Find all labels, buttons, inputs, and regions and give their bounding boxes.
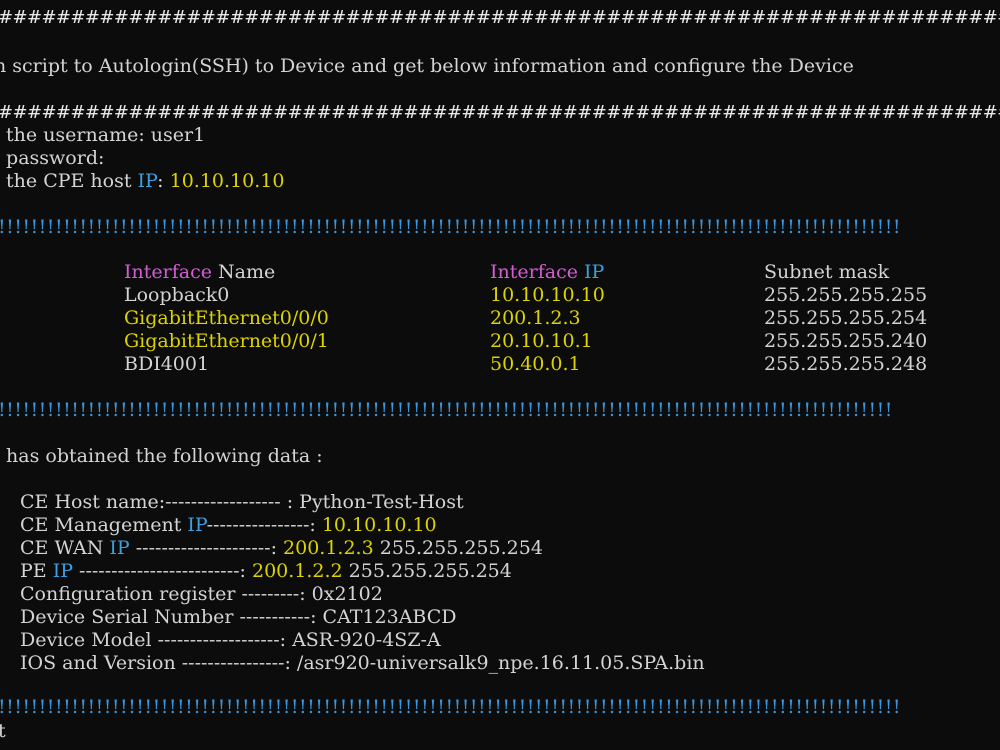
summary-label: Device Serial Number -----------: xyxy=(20,606,323,628)
interface-row-name: Loopback0 xyxy=(124,284,230,306)
summary-label-dashes: ---------------------: xyxy=(129,537,284,559)
summary-label: IOS and Version ----------------: xyxy=(20,652,297,674)
separator-bang-2: !!!!!!!!!!!!!!!!!!!!!!!!!!!!!!!!!!!!!!!!… xyxy=(0,399,893,421)
interface-row-ip: 200.1.2.3 xyxy=(490,307,581,329)
summary-label: Device Model -------------------: xyxy=(20,629,293,651)
summary-row-pe-ip: PE IP -------------------------: 200.1.2… xyxy=(20,560,512,583)
username-prompt: the username: user1 xyxy=(0,124,205,147)
interface-row-ip: 50.40.0.1 xyxy=(490,353,581,375)
host-label: the CPE host xyxy=(0,170,138,192)
terminal-window[interactable]: ########################################… xyxy=(0,0,1000,750)
summary-label-ip: IP xyxy=(52,560,73,582)
interface-name-header: Interface Name xyxy=(124,261,275,284)
summary-value: ASR-920-4SZ-A xyxy=(292,629,441,651)
summary-label-ip: IP xyxy=(187,514,207,536)
obtained-data-line: has obtained the following data : xyxy=(0,445,323,467)
summary-label-dashes: ----------------: xyxy=(206,514,322,536)
banner-text: n script to Autologin(SSH) to Device and… xyxy=(0,55,854,77)
interface-row-name: GigabitEthernet0/0/1 xyxy=(124,330,329,352)
summary-value: /asr920-universalk9_npe.16.11.05.SPA.bin xyxy=(296,652,705,674)
interface-ip-header-a: Interface xyxy=(490,261,578,283)
interface-row-mask: 255.255.255.254 xyxy=(764,307,928,329)
summary-value: 200.1.2.2 xyxy=(251,560,343,582)
summary-row-serial-number: Device Serial Number -----------: CAT123… xyxy=(20,606,457,629)
summary-row-ios-version: IOS and Version ----------------: /asr92… xyxy=(20,652,705,675)
summary-value: Python-Test-Host xyxy=(299,491,464,513)
host-label-ip: IP xyxy=(137,170,158,192)
interface-row-mask: 255.255.255.240 xyxy=(764,330,928,352)
summary-value: 0x2102 xyxy=(311,583,383,605)
summary-label: CE Host name:------------------ : xyxy=(20,491,300,513)
username-label: the username: xyxy=(0,124,151,146)
separator-hash-top: ########################################… xyxy=(0,7,1000,28)
summary-label-dashes: -------------------------: xyxy=(73,560,252,582)
summary-extra: 255.255.255.254 xyxy=(373,537,543,559)
summary-label: CE WAN xyxy=(20,537,110,559)
host-value: 10.10.10.10 xyxy=(169,170,285,192)
summary-label: CE Management xyxy=(20,514,188,536)
summary-label: Configuration register ---------: xyxy=(20,583,312,605)
interface-name-header-b: Name xyxy=(211,261,276,283)
separator-hash-bottom: ########################################… xyxy=(0,102,1000,123)
summary-extra: 255.255.255.254 xyxy=(342,560,512,582)
host-label-colon: : xyxy=(157,170,170,192)
summary-row-config-register: Configuration register ---------: 0x2102 xyxy=(20,583,383,606)
summary-label: PE xyxy=(20,560,53,582)
password-prompt: password: xyxy=(0,147,105,169)
username-value: user1 xyxy=(150,124,206,146)
interface-ip-header: Interface IP xyxy=(490,261,604,284)
interface-row-mask: 255.255.255.255 xyxy=(764,284,928,306)
summary-row-management-ip: CE Management IP----------------: 10.10.… xyxy=(20,514,437,537)
interface-row-ip: 20.10.10.1 xyxy=(490,330,593,352)
summary-value: CAT123ABCD xyxy=(322,606,457,628)
interface-row-mask: 255.255.255.248 xyxy=(764,353,928,375)
summary-value: 200.1.2.3 xyxy=(283,537,374,559)
subnet-mask-header: Subnet mask xyxy=(764,261,890,283)
separator-bang-3: !!!!!!!!!!!!!!!!!!!!!!!!!!!!!!!!!!!!!!!!… xyxy=(0,696,902,718)
interface-row-ip: 10.10.10.10 xyxy=(490,284,605,306)
summary-label-ip: IP xyxy=(109,537,130,559)
summary-value: 10.10.10.10 xyxy=(321,514,437,536)
summary-row-host-name: CE Host name:------------------ : Python… xyxy=(20,491,464,514)
interface-name-header-a: Interface xyxy=(124,261,212,283)
terminal-last-line: t xyxy=(0,720,6,742)
summary-row-device-model: Device Model -------------------: ASR-92… xyxy=(20,629,441,652)
interface-row-name: BDI4001 xyxy=(124,353,210,375)
interface-ip-header-b: IP xyxy=(577,261,605,283)
interface-row-name: GigabitEthernet0/0/0 xyxy=(124,307,329,329)
summary-row-wan-ip: CE WAN IP ---------------------: 200.1.2… xyxy=(20,537,543,560)
separator-bang-1: !!!!!!!!!!!!!!!!!!!!!!!!!!!!!!!!!!!!!!!!… xyxy=(0,216,902,238)
host-prompt: the CPE host IP: 10.10.10.10 xyxy=(0,170,284,193)
